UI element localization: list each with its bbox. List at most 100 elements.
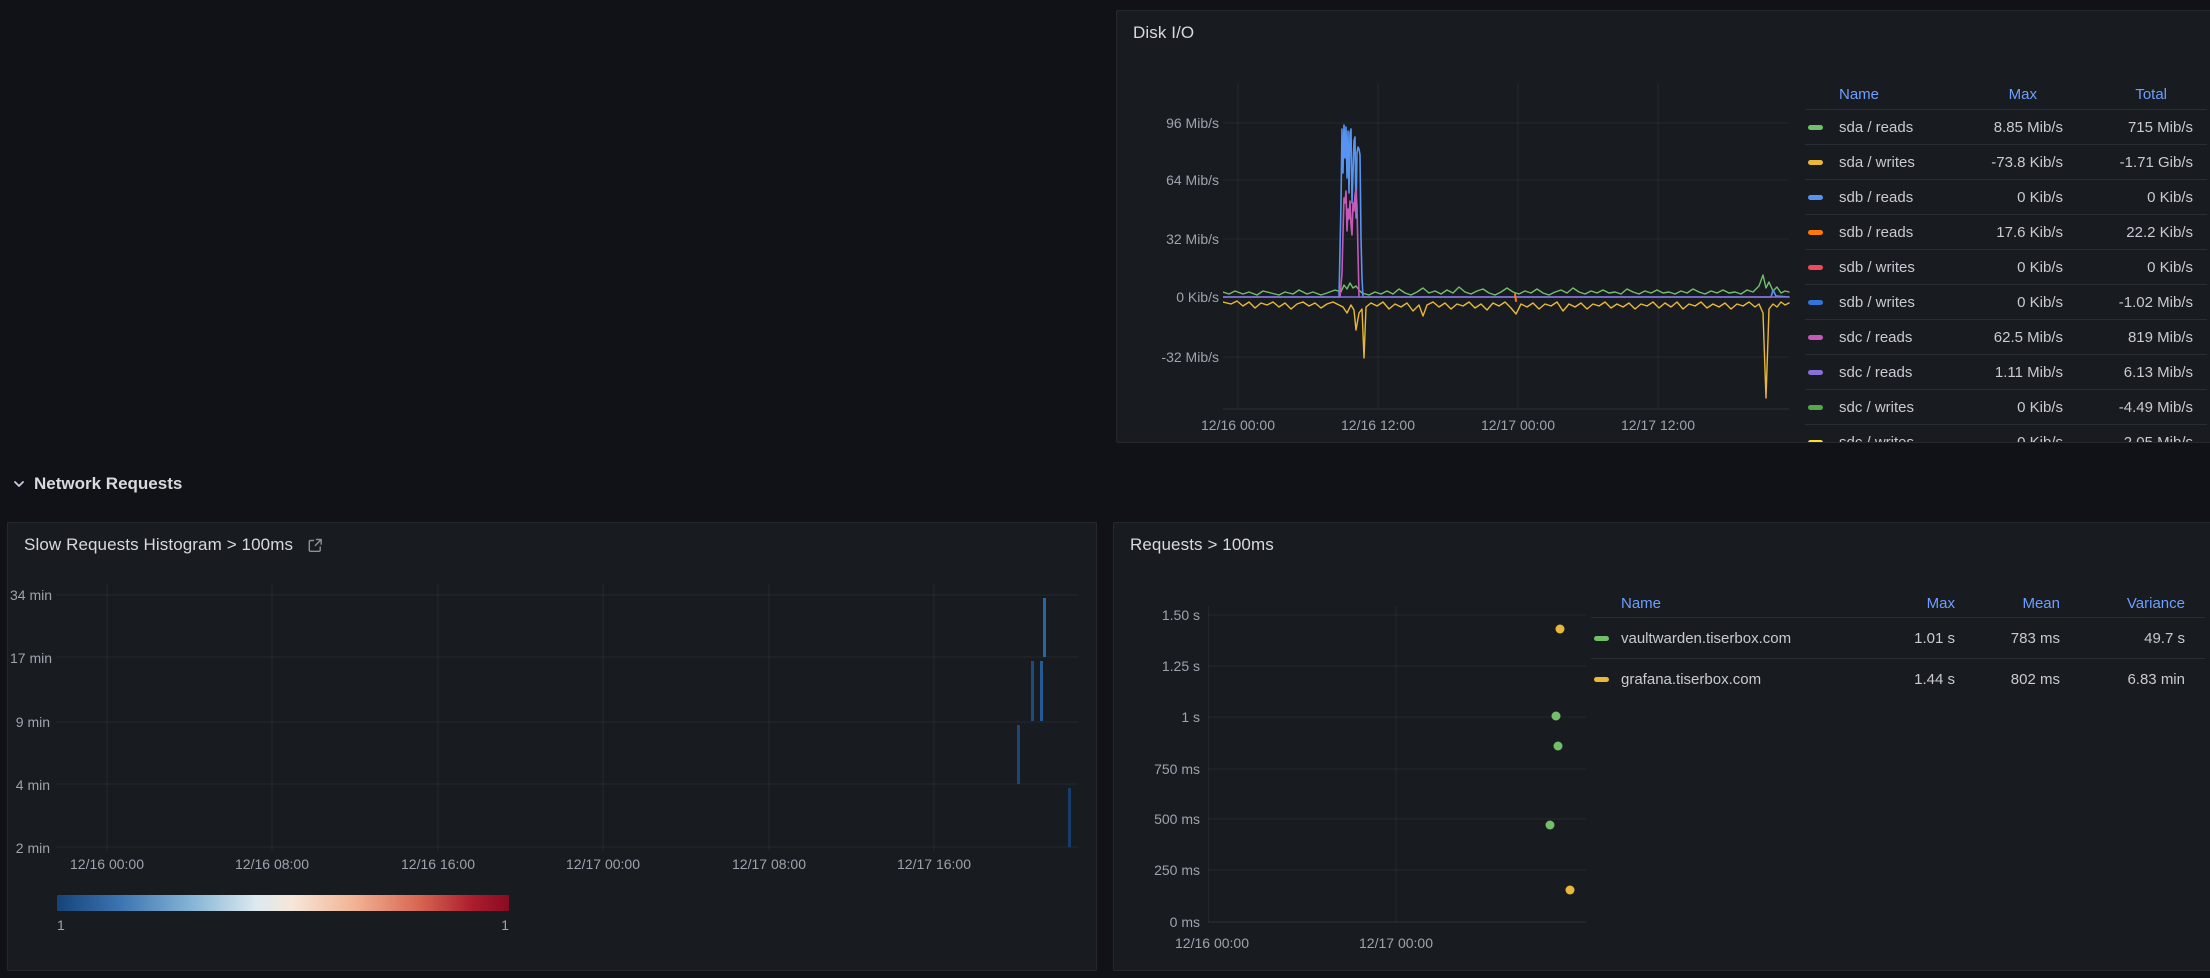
requests-y-tick: 1.25 s — [1128, 658, 1200, 674]
disk-io-chart[interactable] — [1223, 83, 1793, 415]
heatmap-cell[interactable] — [1017, 725, 1020, 784]
legend-cell-name[interactable]: vaultwarden.tiserbox.com — [1621, 630, 1865, 647]
heatmap-cell[interactable] — [1031, 661, 1034, 721]
legend-cell-total: -1.02 Mib/s — [2063, 294, 2193, 311]
legend-cell-total: 6.13 Mib/s — [2063, 364, 2193, 381]
legend-row[interactable]: sda / writes-73.8 Kib/s-1.71 Gib/s — [1805, 144, 2207, 179]
disk-legend-table: Name Max Total sda / reads8.85 Mib/s715 … — [1805, 79, 2207, 443]
external-link-icon[interactable] — [307, 537, 324, 554]
section-network-requests[interactable]: Network Requests — [12, 474, 182, 494]
disk-y-tick: -32 Mib/s — [1123, 349, 1219, 365]
histogram-x-tick: 12/17 16:00 — [879, 856, 989, 872]
legend-cell-name[interactable]: sdb / reads — [1839, 224, 1953, 241]
histogram-y-tick: 34 min — [10, 587, 50, 603]
legend-cell-max: 0 Kib/s — [1953, 294, 2063, 311]
scatter-point[interactable] — [1554, 742, 1563, 751]
legend-cell-name[interactable]: sdb / writes — [1839, 259, 1953, 276]
legend-cell-name[interactable]: sdc / writes — [1839, 399, 1953, 416]
legend-cell-max: 1.44 s — [1865, 671, 1955, 688]
scatter-point[interactable] — [1556, 625, 1565, 634]
disk-io-panel-title[interactable]: Disk I/O — [1133, 23, 1194, 43]
series-color-swatch — [1808, 335, 1823, 340]
disk-x-tick: 12/16 12:00 — [1328, 417, 1428, 433]
disk-x-tick: 12/17 00:00 — [1468, 417, 1568, 433]
requests-legend-header: Name Max Mean Variance — [1591, 589, 2205, 617]
disk-x-tick: 12/17 12:00 — [1608, 417, 1708, 433]
legend-row[interactable]: sdb / reads17.6 Kib/s22.2 Kib/s — [1805, 214, 2207, 249]
series-color-swatch — [1808, 195, 1823, 200]
legend-cell-total: -4.49 Mib/s — [2063, 399, 2193, 416]
legend-header-max[interactable]: Max — [1953, 86, 2063, 103]
legend-cell-name[interactable]: grafana.tiserbox.com — [1621, 671, 1865, 688]
histogram-y-tick: 4 min — [10, 777, 50, 793]
series-line-yellow — [1223, 301, 1789, 398]
legend-cell-max: 0 Kib/s — [1953, 259, 2063, 276]
requests-chart[interactable] — [1208, 596, 1588, 928]
legend-cell-variance: 49.7 s — [2060, 630, 2185, 647]
histogram-x-tick: 12/16 08:00 — [217, 856, 327, 872]
legend-cell-max: 0 Kib/s — [1953, 189, 2063, 206]
legend-cell-name[interactable]: sdc / reads — [1839, 329, 1953, 346]
series-line-orange — [1515, 294, 1516, 301]
legend-cell-max: 0 Kib/s — [1953, 399, 2063, 416]
histogram-panel-title[interactable]: Slow Requests Histogram > 100ms — [24, 535, 293, 555]
histogram-chart[interactable] — [56, 576, 1080, 856]
disk-x-tick: 12/16 00:00 — [1188, 417, 1288, 433]
requests-y-tick: 0 ms — [1128, 914, 1200, 930]
series-color-swatch — [1594, 677, 1609, 682]
heatmap-cell[interactable] — [1043, 598, 1046, 657]
legend-header-variance[interactable]: Variance — [2060, 595, 2185, 612]
legend-cell-name[interactable]: sda / writes — [1839, 154, 1953, 171]
legend-header-max[interactable]: Max — [1865, 595, 1955, 612]
legend-header-mean[interactable]: Mean — [1955, 595, 2060, 612]
legend-cell-name[interactable]: sdb / writes — [1839, 294, 1953, 311]
scatter-point[interactable] — [1546, 821, 1555, 830]
legend-cell-name[interactable]: sdc / writes — [1839, 434, 1953, 444]
series-color-swatch — [1808, 300, 1823, 305]
requests-y-tick: 750 ms — [1128, 761, 1200, 777]
legend-row[interactable]: sdb / writes0 Kib/s-1.02 Mib/s — [1805, 284, 2207, 319]
legend-row[interactable]: sdc / reads62.5 Mib/s819 Mib/s — [1805, 319, 2207, 354]
disk-y-tick: 0 Kib/s — [1123, 289, 1219, 305]
legend-cell-name[interactable]: sdb / reads — [1839, 189, 1953, 206]
legend-header-name[interactable]: Name — [1621, 595, 1865, 612]
heatmap-scale-min: 1 — [57, 917, 65, 933]
heatmap-cell[interactable] — [1040, 661, 1043, 721]
histogram-x-tick: 12/16 00:00 — [52, 856, 162, 872]
legend-cell-max: -73.8 Kib/s — [1953, 154, 2063, 171]
section-title: Network Requests — [34, 474, 182, 494]
legend-row[interactable]: sdc / reads1.11 Mib/s6.13 Mib/s — [1805, 354, 2207, 389]
legend-cell-total: -2.05 Mib/s — [2063, 434, 2193, 444]
legend-row[interactable]: vaultwarden.tiserbox.com1.01 s783 ms49.7… — [1591, 617, 2205, 658]
requests-panel-title[interactable]: Requests > 100ms — [1130, 535, 1274, 555]
series-color-swatch — [1808, 440, 1823, 444]
requests-y-tick: 250 ms — [1128, 862, 1200, 878]
legend-cell-name[interactable]: sda / reads — [1839, 119, 1953, 136]
legend-header-name[interactable]: Name — [1839, 86, 1953, 103]
legend-row[interactable]: sdb / reads0 Kib/s0 Kib/s — [1805, 179, 2207, 214]
legend-row[interactable]: sdc / writes0 Kib/s-2.05 Mib/s — [1805, 424, 2207, 443]
requests-y-tick: 1.50 s — [1128, 607, 1200, 623]
legend-cell-total: -1.71 Gib/s — [2063, 154, 2193, 171]
scatter-point[interactable] — [1566, 886, 1575, 895]
scatter-point[interactable] — [1552, 712, 1561, 721]
series-line-blue — [1223, 125, 1789, 297]
legend-cell-variance: 6.83 min — [2060, 671, 2185, 688]
legend-header-total[interactable]: Total — [2063, 86, 2193, 103]
series-color-swatch — [1808, 160, 1823, 165]
histogram-y-tick: 2 min — [10, 840, 50, 856]
heatmap-scale-max: 1 — [501, 917, 509, 933]
heatmap-cell[interactable] — [1068, 788, 1071, 847]
requests-y-tick: 500 ms — [1128, 811, 1200, 827]
legend-row[interactable]: sdb / writes0 Kib/s0 Kib/s — [1805, 249, 2207, 284]
legend-row[interactable]: sdc / writes0 Kib/s-4.49 Mib/s — [1805, 389, 2207, 424]
legend-cell-name[interactable]: sdc / reads — [1839, 364, 1953, 381]
legend-cell-mean: 783 ms — [1955, 630, 2060, 647]
legend-row[interactable]: grafana.tiserbox.com1.44 s802 ms6.83 min — [1591, 658, 2205, 699]
legend-row[interactable]: sda / reads8.85 Mib/s715 Mib/s — [1805, 109, 2207, 144]
legend-cell-total: 715 Mib/s — [2063, 119, 2193, 136]
legend-cell-max: 1.01 s — [1865, 630, 1955, 647]
disk-y-tick: 32 Mib/s — [1123, 231, 1219, 247]
series-color-swatch — [1808, 125, 1823, 130]
legend-cell-mean: 802 ms — [1955, 671, 2060, 688]
